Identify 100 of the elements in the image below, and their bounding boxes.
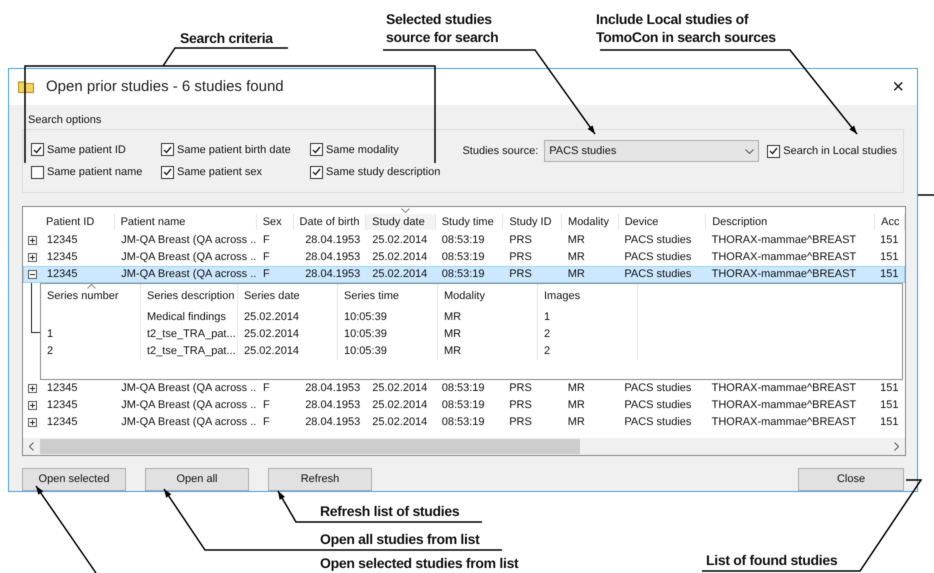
dialog-button[interactable]: Open selected	[22, 468, 126, 491]
table-cell: F	[263, 251, 270, 264]
table-cell: JM-QA Breast (QA across ...	[121, 251, 258, 264]
annotation-text: Search criteria	[180, 29, 274, 47]
source-dropdown[interactable]: PACS studies	[544, 140, 760, 162]
plus-box-icon[interactable]	[28, 236, 37, 245]
table-cell-text: MR	[444, 327, 462, 342]
plus-box-icon[interactable]	[28, 401, 37, 410]
chevron-down-icon	[745, 148, 754, 154]
table-cell: PACS studies	[624, 382, 692, 394]
checkbox[interactable]	[310, 143, 323, 156]
table-row[interactable]: 12345 JM-QA Breast (QA across ... F 28.04.1953 25.02.2014 08:53:19 PRS MR PACS studies THORAX-mammae^BREAST 151	[23, 266, 905, 283]
table-cell: F	[263, 416, 270, 428]
column-header[interactable]: Series number	[47, 288, 119, 305]
table-cell: 08:53:19	[442, 268, 485, 280]
plus-box-icon[interactable]	[28, 418, 37, 427]
table-cell-text: 25.02.2014	[244, 344, 300, 360]
table-cell: 25.02.2014	[372, 234, 428, 246]
table-cell-text: 1	[544, 310, 550, 326]
table-cell-text: 2	[544, 327, 550, 342]
column-header[interactable]: Study time	[442, 216, 494, 228]
annotation-text: Open all studies from list	[320, 530, 481, 548]
window-title: Open prior studies - 6 studies found	[46, 76, 284, 96]
table-cell: 08:53:19	[442, 234, 485, 246]
plus-box-icon[interactable]	[28, 253, 37, 262]
column-header[interactable]: Patient ID	[46, 216, 94, 228]
tree-line-icon	[31, 283, 41, 333]
table-cell-text: 2	[544, 344, 550, 360]
column-header[interactable]: Description	[712, 216, 768, 228]
table-cell: 151	[880, 416, 899, 428]
checkbox[interactable]	[31, 143, 44, 156]
table-cell: 28.04.1953	[305, 399, 360, 412]
column-header[interactable]: Date of birth	[300, 216, 360, 228]
field-label: Studies source:	[462, 144, 538, 159]
table-cell-text: MR	[444, 310, 462, 326]
column-header[interactable]: Patient name	[120, 216, 186, 228]
table-cell-text: 10:05:39	[344, 344, 387, 360]
minus-box-icon[interactable]	[28, 270, 37, 279]
checkbox[interactable]	[161, 166, 174, 179]
table-cell: JM-QA Breast (QA across ...	[121, 399, 258, 412]
table-cell-text: MR	[444, 344, 462, 360]
checkbox-label: Same modality	[326, 142, 399, 158]
table-cell: MR	[568, 251, 585, 264]
table-cell: 151	[880, 382, 899, 394]
checkbox[interactable]	[31, 166, 44, 179]
column-header[interactable]: Device	[624, 216, 658, 228]
checkbox[interactable]	[310, 166, 323, 179]
dialog-button[interactable]: Open all	[145, 468, 249, 491]
table-cell: 12345	[46, 399, 78, 412]
column-header[interactable]: Series time	[344, 288, 400, 305]
table-cell: MR	[568, 234, 585, 246]
checkbox[interactable]	[767, 144, 780, 158]
table-cell: 151	[880, 268, 899, 280]
table-cell: PACS studies	[624, 416, 692, 428]
table-cell: 28.04.1953	[305, 416, 360, 428]
column-header[interactable]: Sex	[262, 216, 282, 228]
table-cell: JM-QA Breast (QA across ...	[121, 234, 258, 246]
table-cell: 08:53:19	[442, 382, 485, 394]
table-cell: 12345	[46, 234, 78, 246]
checkbox-label: Same patient birth date	[177, 142, 291, 158]
table-cell: JM-QA Breast (QA across ...	[121, 416, 258, 428]
table-cell: PACS studies	[624, 234, 692, 246]
plus-box-icon[interactable]	[28, 384, 37, 393]
checkbox-label: Same patient sex	[177, 165, 262, 180]
table-cell: 151	[880, 251, 899, 264]
dialog-button[interactable]: Refresh	[268, 468, 372, 491]
table-cell: 151	[880, 399, 899, 412]
horizontal-scrollbar[interactable]	[23, 438, 905, 455]
table-cell: JM-QA Breast (QA across ...	[121, 268, 258, 280]
table-cell: MR	[568, 382, 585, 394]
group-label: Search options	[28, 114, 102, 126]
column-header[interactable]: Images	[544, 288, 580, 305]
checkmark-icon	[312, 168, 321, 176]
table-cell-text: 10:05:39	[344, 327, 387, 342]
scrollbar-thumb[interactable]	[40, 439, 580, 454]
table-cell: 28.04.1953	[305, 251, 360, 264]
annotation-text: Open selected studies from list	[320, 554, 520, 572]
table-cell: 28.04.1953	[305, 382, 360, 394]
table-cell-text: t2_tse_TRA_pat...	[147, 327, 236, 342]
checkbox[interactable]	[161, 143, 174, 156]
annotation-text: Refresh list of studies	[320, 502, 460, 520]
close-dialog-button[interactable]: Close	[798, 468, 904, 491]
table-cell: THORAX-mammae^BREAST	[712, 268, 856, 280]
checkmark-icon	[312, 146, 321, 154]
table-cell: PRS	[509, 382, 532, 394]
table-cell: 25.02.2014	[372, 399, 428, 412]
column-header[interactable]: Study ID	[509, 216, 552, 228]
column-header[interactable]: Modality	[444, 288, 485, 305]
checkbox-label: Same patient ID	[47, 142, 126, 158]
close-button[interactable]: ×	[892, 76, 904, 97]
column-header[interactable]: Series date	[244, 288, 300, 305]
column-header[interactable]: Modality	[568, 216, 609, 228]
checkbox-label: Same study description	[326, 165, 440, 180]
table-cell: 08:53:19	[442, 399, 485, 412]
table-cell: 08:53:19	[442, 416, 485, 428]
table-cell: MR	[568, 399, 585, 412]
column-header[interactable]: Acc	[881, 216, 900, 228]
checkmark-icon	[163, 146, 172, 154]
column-header[interactable]: Series description	[147, 288, 234, 305]
table-cell: PRS	[509, 234, 532, 246]
